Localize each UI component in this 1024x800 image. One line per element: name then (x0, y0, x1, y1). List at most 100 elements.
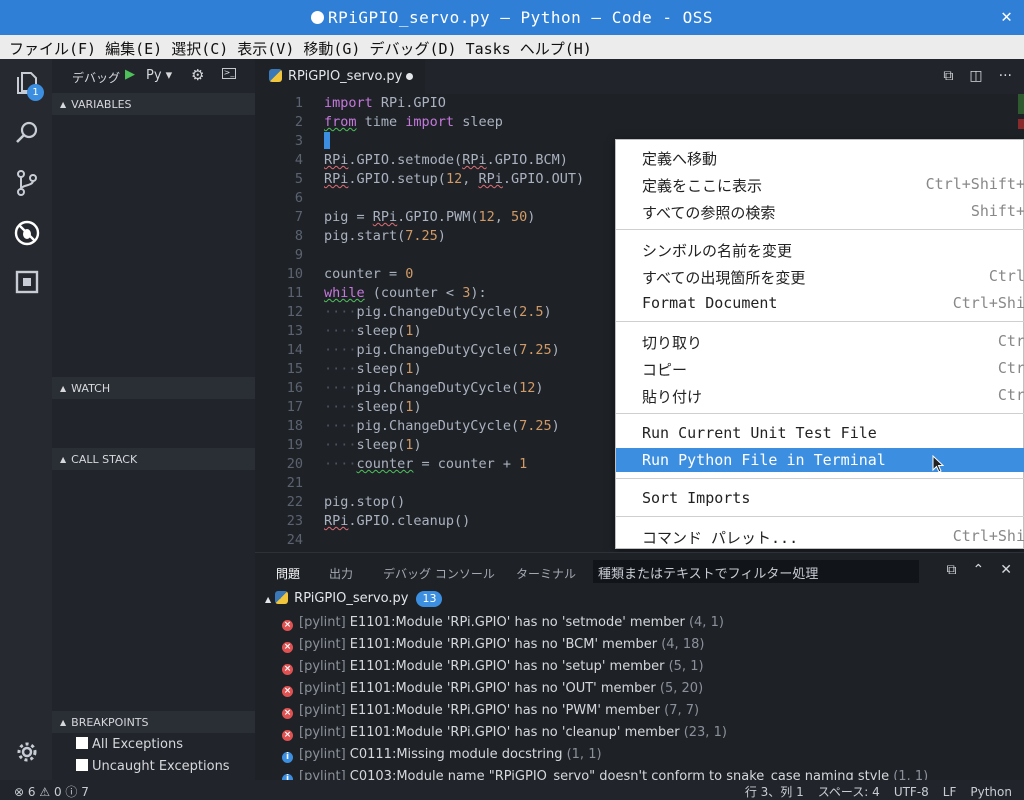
context-menu-label: 貼り付け (642, 388, 703, 406)
activity-bar: 1 (0, 59, 52, 780)
more-actions-icon[interactable]: ··· (999, 68, 1012, 84)
context-menu-item[interactable]: 貼り付け Ctr (616, 383, 1024, 407)
language-mode[interactable]: Python (970, 785, 1012, 799)
context-menu-shortcut: Ctrl+Shift+ (925, 175, 1024, 193)
error-icon: ⊗ (14, 785, 25, 799)
error-icon: × (282, 730, 293, 741)
problems-file-group[interactable]: ▲ RPiGPIO_servo.py 13 (265, 591, 443, 607)
error-icon: × (282, 708, 293, 719)
panel-tabs: 問題 出力 デバッグ コンソール ターミナル 種類またはテキストでフィルター処理… (255, 553, 1024, 589)
debug-config-select[interactable]: Py ▾ (146, 68, 172, 83)
maximize-panel-icon[interactable]: ⌃ (973, 562, 985, 578)
close-panel-icon[interactable]: ✕ (1000, 562, 1012, 578)
menu-tasks[interactable]: Tasks (466, 37, 511, 58)
menu-debug[interactable]: デバッグ(D) (369, 35, 456, 59)
checkbox[interactable] (76, 737, 88, 749)
menu-help[interactable]: ヘルプ(H) (520, 35, 592, 59)
line-number: 9 (294, 247, 303, 263)
section-variables[interactable]: ▲ VARIABLES (52, 93, 255, 115)
problem-item[interactable]: × [pylint] E1101:Module 'RPi.GPIO' has no… (282, 703, 1022, 719)
section-watch[interactable]: ▲ WATCH (52, 377, 255, 399)
unsaved-dot-icon (310, 11, 324, 24)
menu-go[interactable]: 移動(G) (303, 35, 360, 59)
window-title: RPiGPIO_servo.py — Python — Code - OSS (0, 8, 1024, 27)
line-number-gutter: 1 2 3 4 5 6 7 8 9 10 11 12 13 14 15 16 17 18 19 20 21 22 23 24 (255, 94, 303, 550)
context-menu-label: Format Document (642, 294, 778, 312)
problem-item[interactable]: × [pylint] E1101:Module 'RPi.GPIO' has no… (282, 725, 1022, 741)
debug-icon[interactable] (14, 220, 40, 246)
line-number: 13 (286, 323, 303, 339)
checkbox[interactable] (76, 759, 88, 771)
problem-message: E1101:Module 'RPi.GPIO' has no 'OUT' mem… (349, 681, 660, 696)
debug-console-icon[interactable]: >_ (222, 68, 236, 79)
start-debugging-icon[interactable]: ▶ (125, 67, 135, 82)
modified-dot-icon[interactable] (406, 73, 413, 80)
breakpoint-uncaught-exceptions[interactable]: Uncaught Exceptions (76, 759, 230, 774)
settings-gear-icon[interactable] (14, 741, 40, 767)
encoding[interactable]: UTF-8 (894, 785, 929, 799)
python-file-icon (275, 591, 289, 604)
problem-item[interactable]: × [pylint] E1101:Module 'RPi.GPIO' has no… (282, 637, 1022, 653)
tab-rpigpio-servo[interactable]: RPiGPIO_servo.py (255, 59, 425, 94)
extensions-icon[interactable] (14, 270, 40, 296)
bottom-panel: 問題 出力 デバッグ コンソール ターミナル 種類またはテキストでフィルター処理… (255, 552, 1024, 785)
menu-view[interactable]: 表示(V) (237, 35, 294, 59)
context-menu-item[interactable]: 定義をここに表示 Ctrl+Shift+ (616, 172, 1024, 196)
context-menu-item[interactable]: シンボルの名前を変更 (616, 237, 1024, 261)
context-menu-label: 定義をここに表示 (642, 177, 763, 195)
breakpoint-all-exceptions[interactable]: All Exceptions (76, 737, 183, 752)
debug-toolbar: デバッグ ▶ Py ▾ ⚙ >_ (52, 59, 255, 92)
tab-problems[interactable]: 問題 (276, 565, 300, 582)
source-control-icon[interactable] (14, 170, 40, 196)
split-editor-icon[interactable]: ◫ (969, 68, 982, 84)
problem-item[interactable]: × [pylint] E1101:Module 'RPi.GPIO' has no… (282, 659, 1022, 675)
close-window-button[interactable]: ✕ (1001, 6, 1012, 27)
tab-debug-console[interactable]: デバッグ コンソール (383, 565, 495, 582)
tab-terminal[interactable]: ターミナル (516, 565, 576, 582)
collapse-triangle-icon: ▲ (60, 718, 67, 727)
indentation[interactable]: スペース: 4 (818, 785, 880, 799)
end-of-line[interactable]: LF (943, 785, 957, 799)
context-menu-item[interactable]: コマンド パレット... Ctrl+Shi (616, 524, 1024, 548)
section-breakpoints[interactable]: ▲ BREAKPOINTS (52, 711, 255, 733)
collapse-all-icon[interactable]: ⧉ (947, 562, 957, 578)
menu-separator (616, 229, 1024, 230)
search-icon[interactable] (14, 121, 40, 147)
line-number: 20 (286, 456, 303, 472)
section-call-stack[interactable]: ▲ CALL STACK (52, 448, 255, 470)
line-number: 21 (286, 475, 303, 491)
context-menu-item[interactable]: Format Document Ctrl+Shi (616, 291, 1024, 315)
problem-location: (1, 1) (566, 747, 602, 762)
code-content[interactable]: import RPi.GPIO from time import sleep RPi… (324, 94, 584, 550)
context-menu-item[interactable]: すべての出現箇所を変更 Ctrl (616, 264, 1024, 288)
context-menu-label: 定義へ移動 (642, 150, 718, 168)
cursor-position[interactable]: 行 3、列 1 (745, 785, 804, 799)
open-preview-icon[interactable]: ⧉ (943, 68, 953, 84)
tab-output[interactable]: 出力 (329, 565, 353, 582)
context-menu-item[interactable]: すべての参照の検索 Shift+ (616, 199, 1024, 223)
menu-edit[interactable]: 編集(E) (105, 35, 162, 59)
info-icon: i (282, 752, 293, 763)
context-menu-item[interactable]: Run Python File in Terminal (616, 448, 1024, 472)
problems-status[interactable]: ⊗ 6 ⚠ 0 ⓘ 7 (14, 783, 89, 800)
context-menu-label: Sort Imports (642, 489, 751, 507)
problem-item[interactable]: × [pylint] E1101:Module 'RPi.GPIO' has no… (282, 681, 1022, 697)
context-menu-label: すべての出現箇所を変更 (642, 269, 806, 287)
problem-item[interactable]: i [pylint] C0111:Missing module docstring… (282, 747, 1022, 763)
editor-context-menu: 定義へ移動定義をここに表示 Ctrl+Shift+ すべての参照の検索 Shift+ シ… (615, 139, 1024, 549)
context-menu-item[interactable]: Run Current Unit Test File (616, 421, 1024, 445)
context-menu-item[interactable]: コピー Ctr (616, 356, 1024, 380)
menu-file[interactable]: ファイル(F) (9, 35, 96, 59)
context-menu-item[interactable]: 定義へ移動 (616, 145, 1024, 169)
status-bar: ⊗ 6 ⚠ 0 ⓘ 7 行 3、列 1 スペース: 4 UTF-8 LF Python (0, 780, 1024, 800)
context-menu-item[interactable]: Sort Imports (616, 486, 1024, 510)
menu-selection[interactable]: 選択(C) (171, 35, 228, 59)
debug-settings-gear-icon[interactable]: ⚙ (191, 66, 204, 84)
problem-message: E1101:Module 'RPi.GPIO' has no 'setup' m… (349, 659, 669, 674)
problems-filter-input[interactable]: 種類またはテキストでフィルター処理 (593, 560, 919, 583)
problem-item[interactable]: × [pylint] E1101:Module 'RPi.GPIO' has no… (282, 615, 1022, 631)
menu-separator (616, 516, 1024, 517)
error-icon: × (282, 686, 293, 697)
problem-message: E1101:Module 'RPi.GPIO' has no 'PWM' mem… (349, 703, 665, 718)
context-menu-item[interactable]: 切り取り Ctr (616, 329, 1024, 353)
